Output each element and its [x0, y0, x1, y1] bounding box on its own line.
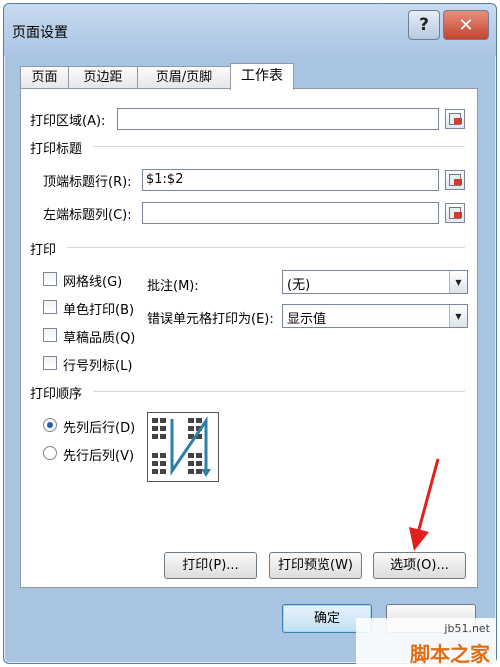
- black-and-white-label[interactable]: 单色打印(B): [63, 299, 134, 318]
- close-button[interactable]: ✕: [443, 10, 489, 40]
- watermark-logo: 脚本之家: [410, 642, 490, 666]
- annotation-arrow-icon: [409, 458, 440, 551]
- gridlines-checkbox[interactable]: [43, 272, 57, 286]
- down-then-over-label[interactable]: 先列后行(D): [63, 417, 135, 436]
- tab-sheet[interactable]: 工作表: [230, 63, 294, 90]
- divider: [93, 146, 465, 147]
- help-button[interactable]: ?: [408, 10, 440, 40]
- print-button[interactable]: 打印(P)...: [164, 552, 257, 579]
- columns-to-repeat-label: 左端标题列(C):: [43, 208, 132, 223]
- print-titles-heading: 打印标题: [30, 142, 83, 157]
- divider: [67, 247, 465, 248]
- rows-collapse-button[interactable]: [445, 170, 465, 190]
- rows-to-repeat-label: 顶端标题行(R):: [43, 175, 132, 190]
- cell-errors-label: 错误单元格打印为(E):: [147, 312, 274, 327]
- help-icon: ?: [419, 15, 429, 35]
- title-bar: 页面设置 ? ✕: [4, 4, 496, 56]
- options-button[interactable]: 选项(O)...: [373, 552, 466, 579]
- print-preview-button[interactable]: 打印预览(W): [269, 552, 362, 579]
- chevron-down-icon: ▼: [449, 271, 467, 293]
- cell-errors-select[interactable]: 显示值 ▼: [282, 304, 468, 328]
- over-then-down-radio[interactable]: [43, 446, 57, 460]
- chevron-down-icon: ▼: [449, 305, 467, 327]
- over-then-down-label[interactable]: 先行后列(V): [63, 445, 134, 464]
- divider: [93, 391, 465, 392]
- tab-margins[interactable]: 页边距: [68, 66, 138, 89]
- close-icon: ✕: [458, 14, 474, 36]
- print-area-collapse-button[interactable]: [445, 109, 465, 129]
- black-and-white-checkbox[interactable]: [43, 300, 57, 314]
- columns-to-repeat-input[interactable]: [142, 202, 439, 224]
- row-col-headings-checkbox[interactable]: [43, 356, 57, 370]
- row-col-headings-label[interactable]: 行号列标(L): [63, 355, 132, 374]
- page-order-heading: 打印顺序: [30, 387, 83, 402]
- gridlines-label[interactable]: 网格线(G): [63, 271, 122, 290]
- print-area-input[interactable]: [117, 108, 439, 130]
- tab-header-footer[interactable]: 页眉/页脚: [137, 66, 231, 89]
- dialog-title: 页面设置: [12, 25, 68, 41]
- draft-quality-label[interactable]: 草稿品质(Q): [63, 327, 135, 346]
- cell-errors-value: 显示值: [287, 312, 327, 327]
- watermark-site: jb51.net: [444, 622, 490, 635]
- page-order-preview: [147, 412, 219, 482]
- tab-page[interactable]: 页面: [20, 66, 69, 89]
- print-area-label: 打印区域(A):: [30, 114, 106, 129]
- rows-to-repeat-input[interactable]: $1:$2: [142, 169, 439, 191]
- watermark: jb51.net 脚本之家: [356, 618, 496, 666]
- print-heading: 打印: [30, 243, 57, 258]
- comments-value: (无): [287, 278, 311, 293]
- columns-collapse-button[interactable]: [445, 203, 465, 223]
- draft-quality-checkbox[interactable]: [43, 328, 57, 342]
- comments-select[interactable]: (无) ▼: [282, 270, 468, 294]
- down-then-over-radio[interactable]: [43, 418, 57, 432]
- page-order-diagram-icon: [152, 416, 211, 477]
- comments-label: 批注(M):: [147, 279, 199, 294]
